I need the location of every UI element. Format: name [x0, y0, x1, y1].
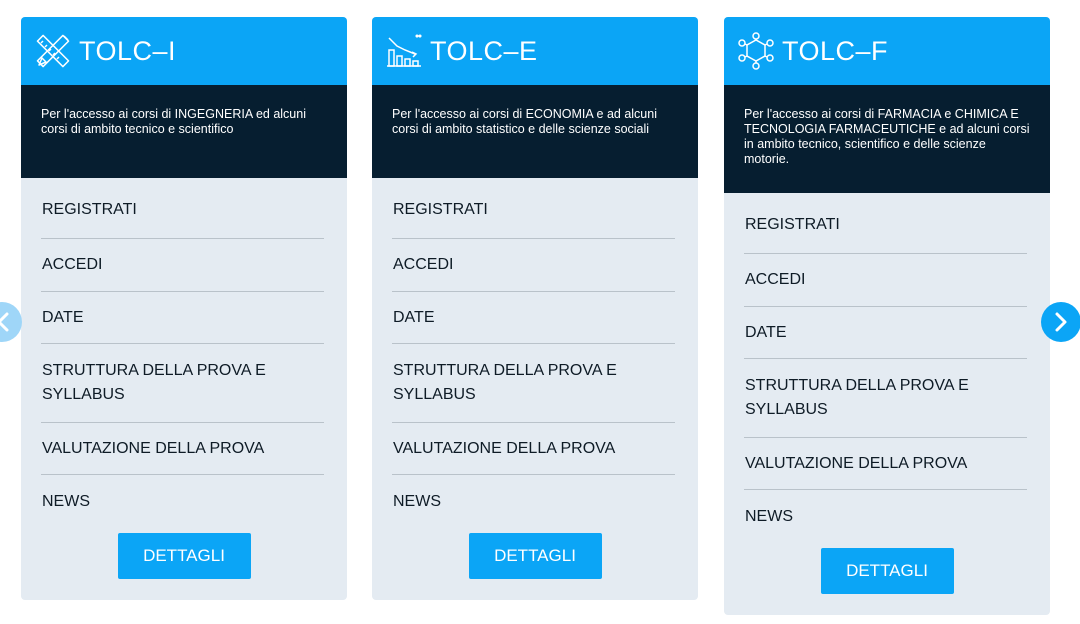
link-registrati[interactable]: REGISTRATI: [41, 181, 324, 239]
card-links: REGISTRATI ACCEDI DATE STRUTTURA DELLA P…: [372, 178, 698, 529]
dettagli-button[interactable]: DETTAGLI: [820, 548, 954, 594]
card-header: TOLC–F: [724, 17, 1050, 85]
card-links: REGISTRATI ACCEDI DATE STRUTTURA DELLA P…: [21, 178, 347, 529]
card-tolc-i: TOLC–I Per l'accesso ai corsi di INGEGNE…: [21, 17, 347, 600]
link-registrati[interactable]: REGISTRATI: [392, 181, 675, 239]
pencil-ruler-icon: [36, 34, 70, 68]
link-accedi[interactable]: ACCEDI: [392, 239, 675, 292]
link-date[interactable]: DATE: [41, 292, 324, 344]
card-title: TOLC–I: [79, 35, 177, 66]
carousel-prev-button[interactable]: [0, 302, 22, 342]
card-header: TOLC–E: [372, 17, 698, 85]
link-valutazione[interactable]: VALUTAZIONE DELLA PROVA: [744, 438, 1027, 490]
card-title: TOLC–E: [430, 35, 538, 66]
card-header: TOLC–I: [21, 17, 347, 85]
link-date[interactable]: DATE: [392, 292, 675, 344]
chevron-right-icon: [1055, 312, 1067, 332]
link-struttura[interactable]: STRUTTURA DELLA PROVA E SYLLABUS: [41, 344, 324, 423]
link-registrati[interactable]: REGISTRATI: [744, 196, 1027, 254]
link-news[interactable]: NEWS: [392, 475, 675, 529]
bar-chart-icon: [387, 34, 422, 67]
card-description: Per l'accesso ai corsi di FARMACIA e CHI…: [724, 85, 1050, 193]
card-tolc-f: TOLC–F Per l'accesso ai corsi di FARMACI…: [724, 17, 1050, 615]
card-tolc-e: TOLC–E Per l'accesso ai corsi di ECONOMI…: [372, 17, 698, 600]
card-title: TOLC–F: [782, 35, 889, 66]
link-news[interactable]: NEWS: [41, 475, 324, 529]
card-links: REGISTRATI ACCEDI DATE STRUTTURA DELLA P…: [724, 193, 1050, 544]
card-description: Per l'accesso ai corsi di ECONOMIA e ad …: [372, 85, 698, 178]
carousel-next-button[interactable]: [1041, 302, 1080, 342]
dettagli-button[interactable]: DETTAGLI: [468, 533, 602, 579]
molecule-icon: [738, 32, 774, 70]
link-accedi[interactable]: ACCEDI: [744, 254, 1027, 307]
link-struttura[interactable]: STRUTTURA DELLA PROVA E SYLLABUS: [392, 344, 675, 423]
dettagli-button[interactable]: DETTAGLI: [117, 533, 251, 579]
link-accedi[interactable]: ACCEDI: [41, 239, 324, 292]
link-news[interactable]: NEWS: [744, 490, 1027, 544]
link-date[interactable]: DATE: [744, 307, 1027, 359]
link-valutazione[interactable]: VALUTAZIONE DELLA PROVA: [41, 423, 324, 475]
link-struttura[interactable]: STRUTTURA DELLA PROVA E SYLLABUS: [744, 359, 1027, 438]
chevron-left-icon: [0, 312, 9, 332]
card-description: Per l'accesso ai corsi di INGEGNERIA ed …: [21, 85, 347, 178]
link-valutazione[interactable]: VALUTAZIONE DELLA PROVA: [392, 423, 675, 475]
